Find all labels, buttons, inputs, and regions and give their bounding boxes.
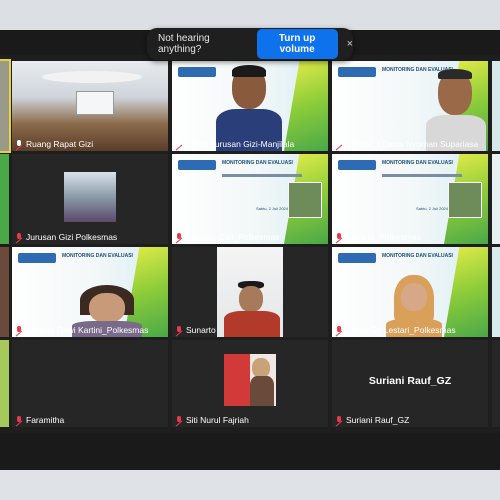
participant-name: Jurusan Gizi Polkesmas <box>16 232 117 242</box>
participant-tile[interactable]: Suriani Rauf_GZ Suriani Rauf_GZ <box>332 340 488 427</box>
participant-video-person <box>224 281 280 337</box>
participant-name: Faramitha <box>16 415 64 425</box>
notice-message: Not hearing anything? <box>158 33 210 55</box>
participant-name: Thresia Dewi Kartini_Polkesmas <box>16 325 148 335</box>
participant-tile-partial-right[interactable] <box>492 61 500 151</box>
participant-tile-partial-left[interactable] <box>0 59 11 153</box>
participant-tile-partial-left[interactable] <box>0 247 9 337</box>
participant-tile-partial-left[interactable] <box>0 340 9 427</box>
participant-tile[interactable]: MONITORING DAN EVALUASI Sabtu, 2 Juli 202… <box>332 154 488 244</box>
participant-tile[interactable]: MONITORING DAN EVALUASI Sabtu, 2 Juli 202… <box>172 154 328 244</box>
profile-picture <box>64 172 116 222</box>
slide-background: MONITORING DAN EVALUASI Sabtu, 2 Juli 202… <box>332 154 488 244</box>
mic-muted-icon <box>336 233 342 241</box>
participant-name: Jurusan Gizi_Polkesmas <box>176 232 280 242</box>
mic-muted-icon <box>336 326 342 334</box>
participant-tile[interactable]: Jurusan Gizi Polkesmas <box>12 154 168 244</box>
mic-muted-icon <box>176 233 182 241</box>
close-icon[interactable]: × <box>347 38 353 50</box>
mic-muted-icon <box>16 416 22 424</box>
participant-name: Siti Nurul Fajriah <box>176 415 249 425</box>
room-ceiling <box>42 71 142 83</box>
mic-muted-icon <box>336 416 342 424</box>
profile-picture <box>224 354 276 406</box>
participant-tile-partial-right[interactable] <box>492 247 500 337</box>
pin-icon <box>16 140 22 148</box>
participant-tile[interactable]: Siti Nurul Fajriah <box>172 340 328 427</box>
mic-muted-icon <box>176 326 182 334</box>
participant-name: Suriani Rauf_GZ <box>336 415 409 425</box>
participant-tile[interactable]: Ruang Rapat Gizi <box>12 61 168 151</box>
mic-muted-icon <box>176 416 182 424</box>
participant-name: Ruang Rapat Gizi <box>16 139 93 149</box>
participant-tile[interactable]: MONITORING DAN EVALUASI Asesor_I Dewa Ny… <box>332 61 488 151</box>
participant-name: Asesor_I Dewa Nyoman Supariasa <box>336 139 478 149</box>
mic-muted-icon <box>16 326 22 334</box>
room-screen <box>76 91 114 115</box>
participant-tile[interactable]: Ketua Jurusan Gizi-Manjilala <box>172 61 328 151</box>
slide-background: MONITORING DAN EVALUASI Sabtu, 2 Juli 202… <box>172 154 328 244</box>
toolbar-separator <box>0 455 500 470</box>
participant-tile-partial-right[interactable] <box>492 154 500 244</box>
participant-tile-partial-left[interactable] <box>0 154 9 244</box>
participant-tile[interactable]: Faramitha <box>12 340 168 427</box>
participant-tile[interactable]: MONITORING DAN EVALUASI Thresia Dewi Kar… <box>12 247 168 337</box>
participant-tile[interactable]: Sunarto <box>172 247 328 337</box>
participant-name: Zakaria_Polkesmas <box>336 232 421 242</box>
participant-tile-partial-right[interactable] <box>492 340 500 427</box>
mic-muted-icon <box>16 233 22 241</box>
pin-icon <box>336 140 342 148</box>
audio-notice-toast: Not hearing anything? Turn up volume × <box>147 28 353 60</box>
pin-icon <box>176 140 182 148</box>
participant-name: Ketua Jurusan Gizi-Manjilala <box>176 139 294 149</box>
participant-name-card: Suriani Rauf_GZ <box>368 375 452 387</box>
window-bottom-bar <box>0 470 500 500</box>
participant-tile[interactable]: MONITORING DAN EVALUASI Retno Sri Lestar… <box>332 247 488 337</box>
turn-up-volume-button[interactable]: Turn up volume <box>256 29 338 59</box>
participant-name: Sunarto <box>176 325 216 335</box>
window-top-bar <box>0 0 500 30</box>
participant-name: Retno Sri Lestari_Polkesmas <box>336 325 456 335</box>
